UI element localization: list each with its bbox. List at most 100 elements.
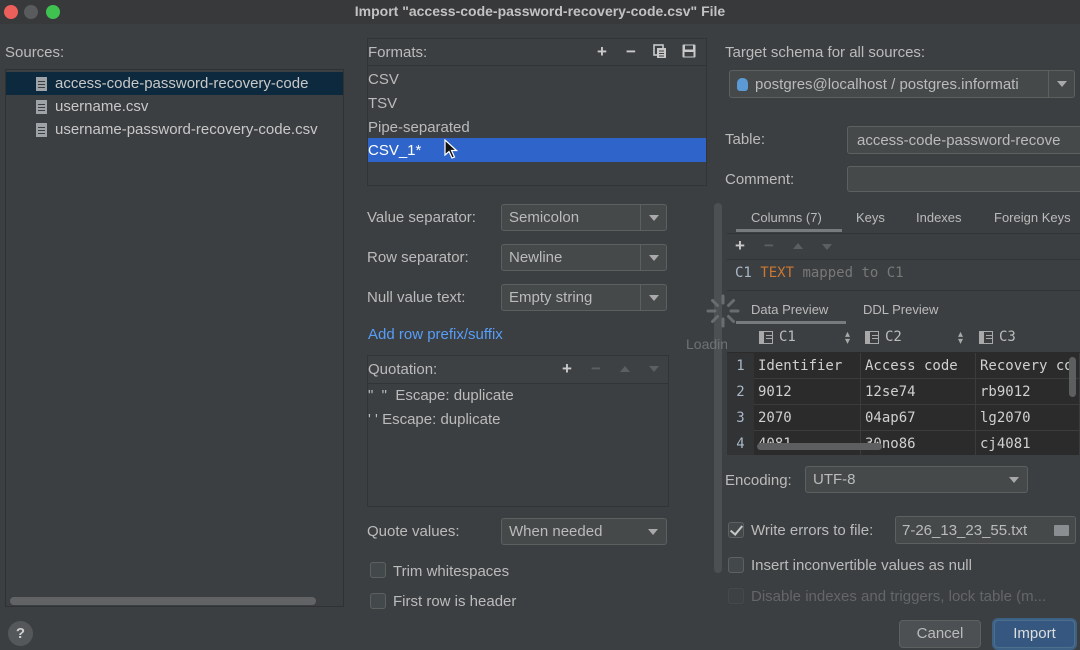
grid-cell[interactable]: rb9012 — [976, 379, 1080, 404]
grid-cell[interactable]: 2070 — [754, 405, 861, 430]
value-separator-label: Value separator: — [367, 209, 476, 226]
first-row-header-checkbox[interactable] — [370, 593, 386, 609]
column-mapping-row[interactable]: C1 TEXT mapped to C1 — [735, 265, 904, 281]
write-errors-label: Write errors to file: — [751, 522, 874, 539]
target-schema-select[interactable]: postgres@localhost / postgres.informati — [729, 70, 1075, 98]
grid-cell[interactable]: Recovery co — [976, 353, 1080, 378]
sources-label: Sources: — [5, 44, 65, 61]
source-item-label: username.csv — [55, 98, 149, 115]
tab-keys[interactable]: Keys — [856, 210, 885, 225]
chevron-down-icon — [648, 294, 659, 301]
grid-cell[interactable]: Access code — [861, 353, 976, 378]
grid-vertical-scrollbar[interactable] — [1069, 357, 1076, 397]
first-row-header-label: First row is header — [393, 593, 517, 610]
source-item[interactable]: access-code-password-recovery-code — [6, 72, 343, 95]
source-item-label: access-code-password-recovery-code — [55, 75, 309, 92]
grid-cell[interactable]: Identifier — [754, 353, 861, 378]
column-header[interactable]: C2 — [865, 329, 902, 345]
error-file-value: 7-26_13_23_55.txt — [902, 521, 1028, 539]
formats-panel: Formats: + − CSV TSV Pipe-separated CSV_… — [367, 38, 707, 186]
table-label: Table: — [725, 131, 766, 148]
tab-ddl-preview[interactable]: DDL Preview — [863, 302, 938, 317]
encoding-label: Encoding: — [725, 472, 792, 489]
encoding-select[interactable]: UTF-8 — [805, 466, 1028, 493]
sort-icon[interactable]: ▴ ▾ — [958, 330, 963, 347]
sources-horizontal-scrollbar[interactable] — [10, 597, 316, 605]
sort-icon[interactable]: ▴ ▾ — [845, 330, 850, 347]
row-number: 2 — [727, 379, 754, 405]
insert-null-label: Insert inconvertible values as null — [751, 557, 972, 574]
column-header-label: C3 — [999, 329, 1016, 345]
row-separator-select[interactable]: Newline — [501, 244, 667, 271]
column-header[interactable]: C3 — [979, 329, 1016, 345]
column-type: TEXT — [760, 265, 795, 281]
null-value-select[interactable]: Empty string — [501, 284, 667, 311]
import-button[interactable]: Import — [994, 620, 1075, 648]
mouse-cursor-icon — [444, 139, 458, 159]
move-column-up-icon[interactable] — [793, 243, 803, 249]
quotation-item[interactable]: ' ' Escape: duplicate — [368, 411, 501, 428]
sources-list[interactable]: access-code-password-recovery-code usern… — [5, 69, 344, 607]
move-column-down-icon[interactable] — [822, 244, 832, 250]
remove-format-icon[interactable]: − — [622, 43, 640, 61]
grid-header: C1 ▴ ▾ C2 ▴ ▾ C3 — [727, 325, 1080, 352]
tab-indexes[interactable]: Indexes — [916, 210, 962, 225]
grid-horizontal-scrollbar[interactable] — [757, 443, 882, 450]
encoding-value: UTF-8 — [813, 471, 856, 488]
remove-column-icon[interactable]: − — [760, 237, 778, 255]
quote-values-label: Quote values: — [367, 523, 460, 540]
table-name-input[interactable]: access-code-password-recove — [847, 126, 1080, 154]
cancel-button[interactable]: Cancel — [899, 620, 981, 648]
panel-splitter[interactable] — [714, 203, 722, 573]
table-row: 1 Identifier Access code Recovery co — [727, 353, 1080, 379]
column-name: C1 — [735, 265, 752, 281]
remove-quotation-icon[interactable]: − — [587, 360, 605, 378]
quotation-panel: Quotation: + − " " Escape: duplicate ' '… — [367, 355, 669, 507]
tab-data-preview[interactable]: Data Preview — [751, 302, 828, 317]
data-preview-grid[interactable]: C1 ▴ ▾ C2 ▴ ▾ C3 1 Identifier Access code … — [727, 325, 1080, 455]
format-item[interactable]: Pipe-separated — [368, 115, 706, 139]
add-quotation-icon[interactable]: + — [558, 360, 576, 378]
grid-cell[interactable]: 04ap67 — [861, 405, 976, 430]
tab-foreign-keys[interactable]: Foreign Keys — [994, 210, 1071, 225]
format-item[interactable]: CSV_1* — [368, 138, 706, 162]
quote-values-select[interactable]: When needed — [501, 518, 667, 545]
row-separator-value: Newline — [509, 249, 563, 266]
copy-format-icon[interactable] — [651, 44, 669, 63]
null-value-label: Null value text: — [367, 289, 466, 306]
add-row-prefix-suffix-link[interactable]: Add row prefix/suffix — [368, 326, 503, 343]
move-up-icon[interactable] — [620, 366, 630, 372]
row-number: 4 — [727, 431, 754, 455]
format-item[interactable]: CSV — [368, 67, 706, 91]
grid-cell[interactable]: 9012 — [754, 379, 861, 404]
help-button[interactable]: ? — [8, 621, 33, 646]
trim-whitespaces-checkbox[interactable] — [370, 562, 386, 578]
grid-cell[interactable]: cj4081 — [976, 431, 1080, 455]
disable-indexes-checkbox[interactable] — [728, 588, 744, 604]
file-icon — [36, 76, 47, 91]
quotation-item[interactable]: " " Escape: duplicate — [368, 387, 514, 404]
quotation-label: Quotation: — [368, 361, 438, 378]
value-separator-select[interactable]: Semicolon — [501, 204, 667, 231]
save-format-icon[interactable] — [680, 44, 698, 62]
add-format-icon[interactable]: + — [593, 43, 611, 61]
mapped-to-text: mapped to — [802, 265, 879, 281]
column-header[interactable]: C1 — [759, 329, 796, 345]
grid-cell[interactable]: 12se74 — [861, 379, 976, 404]
active-preview-tab-indicator — [736, 321, 846, 324]
comment-input[interactable] — [847, 166, 1080, 192]
write-errors-checkbox[interactable] — [728, 522, 744, 538]
file-icon — [36, 99, 47, 114]
add-column-icon[interactable]: + — [731, 237, 749, 255]
folder-icon[interactable] — [1054, 525, 1069, 536]
tab-columns[interactable]: Columns (7) — [751, 210, 822, 225]
grid-cell[interactable]: lg2070 — [976, 405, 1080, 430]
row-separator-label: Row separator: — [367, 249, 469, 266]
source-item[interactable]: username.csv — [6, 95, 343, 118]
source-item[interactable]: username-password-recovery-code.csv — [6, 118, 343, 141]
error-file-input[interactable]: 7-26_13_23_55.txt — [895, 516, 1076, 544]
insert-null-checkbox[interactable] — [728, 557, 744, 573]
column-header-label: C2 — [885, 329, 902, 345]
move-down-icon[interactable] — [649, 366, 659, 372]
format-item[interactable]: TSV — [368, 91, 706, 115]
